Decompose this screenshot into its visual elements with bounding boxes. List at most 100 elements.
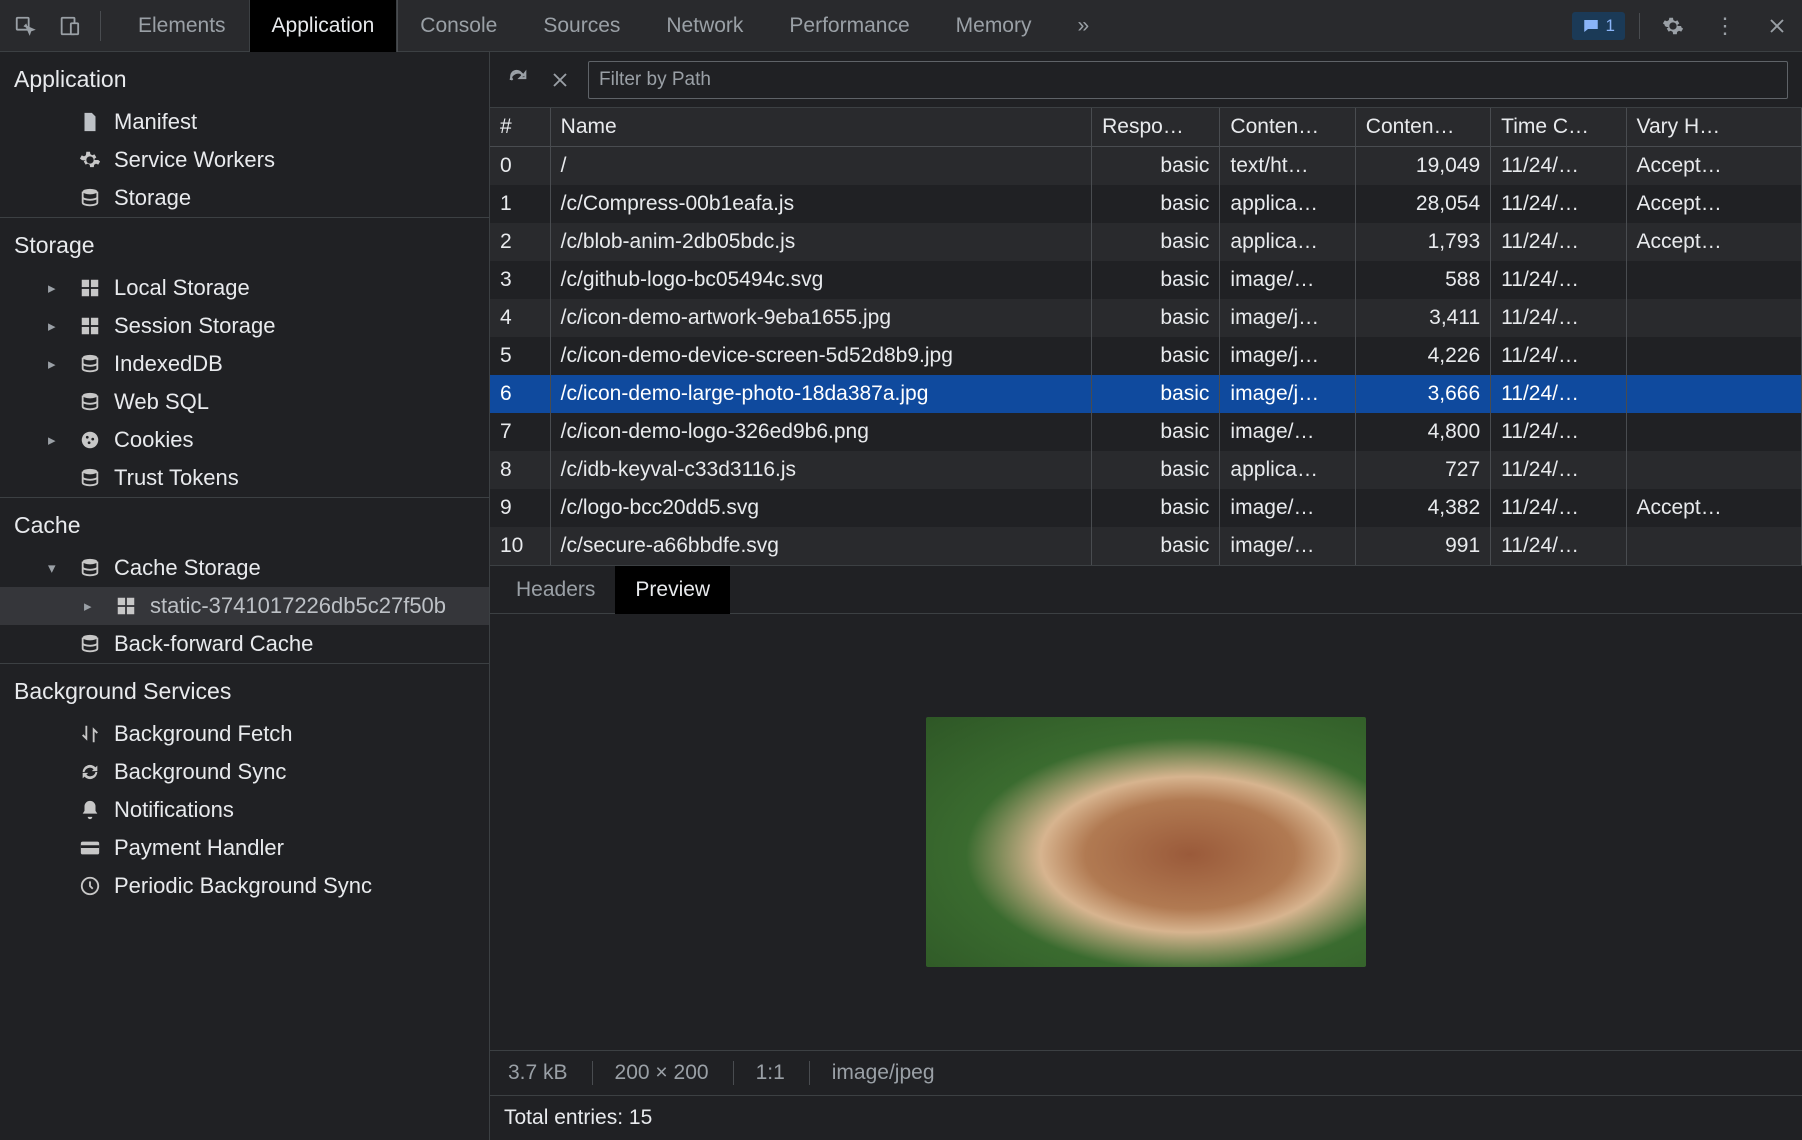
- sidebar-item-service-workers[interactable]: ·Service Workers: [0, 141, 489, 179]
- col-header[interactable]: Conten…: [1220, 108, 1355, 147]
- device-toggle-icon[interactable]: [50, 7, 88, 45]
- tab-application[interactable]: Application: [249, 0, 398, 52]
- detail-tab-headers[interactable]: Headers: [496, 566, 615, 614]
- db-icon: [78, 556, 102, 580]
- cell: 11/24/…: [1491, 185, 1626, 223]
- table-row[interactable]: 3/c/github-logo-bc05494c.svgbasicimage/……: [490, 261, 1802, 299]
- cell: Accept…: [1626, 185, 1802, 223]
- cell: image/…: [1220, 413, 1355, 451]
- sidebar-item-local-storage[interactable]: ▸Local Storage: [0, 269, 489, 307]
- kebab-menu-icon[interactable]: ⋮: [1706, 7, 1744, 45]
- cell: /c/icon-demo-device-screen-5d52d8b9.jpg: [550, 337, 1091, 375]
- col-header[interactable]: Name: [550, 108, 1091, 147]
- cell: 11/24/…: [1491, 489, 1626, 527]
- refresh-icon[interactable]: [504, 66, 532, 94]
- sidebar-item-payment-handler[interactable]: ·Payment Handler: [0, 829, 489, 867]
- cell: applica…: [1220, 185, 1355, 223]
- inspect-icon[interactable]: [6, 7, 44, 45]
- sidebar-item-background-fetch[interactable]: ·Background Fetch: [0, 715, 489, 753]
- sidebar-item-storage[interactable]: ·Storage: [0, 179, 489, 217]
- sb-heading-bg: Background Services: [0, 663, 489, 715]
- grid-icon: [78, 314, 102, 338]
- sidebar-item-indexeddb[interactable]: ▸IndexedDB: [0, 345, 489, 383]
- table-row[interactable]: 7/c/icon-demo-logo-326ed9b6.pngbasicimag…: [490, 413, 1802, 451]
- cell: 4,382: [1355, 489, 1490, 527]
- db-icon: [78, 352, 102, 376]
- tab-console[interactable]: Console: [397, 0, 520, 52]
- tabs-overflow[interactable]: »: [1054, 0, 1112, 52]
- cell: 11/24/…: [1491, 337, 1626, 375]
- cell: /c/icon-demo-large-photo-18da387a.jpg: [550, 375, 1091, 413]
- detail-tab-strip: HeadersPreview: [490, 566, 1802, 614]
- cell: basic: [1092, 413, 1220, 451]
- chevron-icon: ▸: [84, 597, 98, 615]
- sidebar-item-session-storage[interactable]: ▸Session Storage: [0, 307, 489, 345]
- cell: /c/idb-keyval-c33d3116.js: [550, 451, 1091, 489]
- sidebar-item-back-forward-cache[interactable]: ▸Back-forward Cache: [0, 625, 489, 663]
- chevron-icon: ▸: [48, 279, 62, 297]
- sidebar-item-periodic-background-sync[interactable]: ·Periodic Background Sync: [0, 867, 489, 905]
- card-icon: [78, 836, 102, 860]
- cell: 11/24/…: [1491, 451, 1626, 489]
- cell: image/…: [1220, 489, 1355, 527]
- cell: image/j…: [1220, 299, 1355, 337]
- tab-elements[interactable]: Elements: [115, 0, 249, 52]
- table-row[interactable]: 4/c/icon-demo-artwork-9eba1655.jpgbasici…: [490, 299, 1802, 337]
- db-icon: [78, 632, 102, 656]
- table-row[interactable]: 9/c/logo-bcc20dd5.svgbasicimage/…4,38211…: [490, 489, 1802, 527]
- cell: basic: [1092, 489, 1220, 527]
- sidebar-item-label: Back-forward Cache: [114, 631, 313, 657]
- filter-input[interactable]: [588, 61, 1788, 99]
- tab-memory[interactable]: Memory: [933, 0, 1055, 52]
- db-icon: [78, 466, 102, 490]
- updown-icon: [78, 722, 102, 746]
- gear-icon[interactable]: [1654, 7, 1692, 45]
- cell: 1,793: [1355, 223, 1490, 261]
- table-row[interactable]: 8/c/idb-keyval-c33d3116.jsbasicapplica…7…: [490, 451, 1802, 489]
- tab-network[interactable]: Network: [643, 0, 766, 52]
- cell: [1626, 451, 1802, 489]
- messages-count: 1: [1606, 16, 1615, 36]
- grid-icon: [114, 594, 138, 618]
- main-tab-strip: ElementsApplicationConsoleSourcesNetwork…: [115, 0, 1054, 52]
- cell: /c/Compress-00b1eafa.js: [550, 185, 1091, 223]
- sidebar-item-label: Payment Handler: [114, 835, 284, 861]
- table-row[interactable]: 5/c/icon-demo-device-screen-5d52d8b9.jpg…: [490, 337, 1802, 375]
- sidebar-item-web-sql[interactable]: ▸Web SQL: [0, 383, 489, 421]
- sidebar-item-trust-tokens[interactable]: ▸Trust Tokens: [0, 459, 489, 497]
- table-row[interactable]: 2/c/blob-anim-2db05bdc.jsbasicapplica…1,…: [490, 223, 1802, 261]
- cell: /: [550, 147, 1091, 186]
- table-row[interactable]: 10/c/secure-a66bbdfe.svgbasicimage/…9911…: [490, 527, 1802, 565]
- col-header[interactable]: Respo…: [1092, 108, 1220, 147]
- sidebar-item-cookies[interactable]: ▸Cookies: [0, 421, 489, 459]
- table-row[interactable]: 6/c/icon-demo-large-photo-18da387a.jpgba…: [490, 375, 1802, 413]
- tab-sources[interactable]: Sources: [520, 0, 643, 52]
- col-header[interactable]: #: [490, 108, 550, 147]
- cell: basic: [1092, 299, 1220, 337]
- table-row[interactable]: 1/c/Compress-00b1eafa.jsbasicapplica…28,…: [490, 185, 1802, 223]
- sidebar-item-notifications[interactable]: ·Notifications: [0, 791, 489, 829]
- cell: basic: [1092, 451, 1220, 489]
- sidebar-item-cache-storage[interactable]: ▾Cache Storage: [0, 549, 489, 587]
- col-header[interactable]: Vary H…: [1626, 108, 1802, 147]
- close-icon[interactable]: [1758, 7, 1796, 45]
- sidebar-item-background-sync[interactable]: ·Background Sync: [0, 753, 489, 791]
- cell: image/…: [1220, 527, 1355, 565]
- table-row[interactable]: 0/basictext/ht…19,04911/24/…Accept…: [490, 147, 1802, 186]
- clear-icon[interactable]: [546, 66, 574, 94]
- tab-performance[interactable]: Performance: [766, 0, 932, 52]
- sidebar-item-label: Session Storage: [114, 313, 275, 339]
- sidebar-item-label: Periodic Background Sync: [114, 873, 372, 899]
- messages-badge[interactable]: 1: [1572, 12, 1625, 40]
- sidebar-item-manifest[interactable]: ·Manifest: [0, 103, 489, 141]
- cell: 4: [490, 299, 550, 337]
- cell: [1626, 261, 1802, 299]
- cell: /c/icon-demo-logo-326ed9b6.png: [550, 413, 1091, 451]
- col-header[interactable]: Conten…: [1355, 108, 1490, 147]
- detail-tab-preview[interactable]: Preview: [615, 566, 730, 614]
- gear-icon: [78, 148, 102, 172]
- cell: basic: [1092, 147, 1220, 186]
- col-header[interactable]: Time C…: [1491, 108, 1626, 147]
- sidebar-item-static-3741017226db5c27f50b[interactable]: ▸static-3741017226db5c27f50b: [0, 587, 489, 625]
- preview-size: 3.7 kB: [508, 1061, 568, 1085]
